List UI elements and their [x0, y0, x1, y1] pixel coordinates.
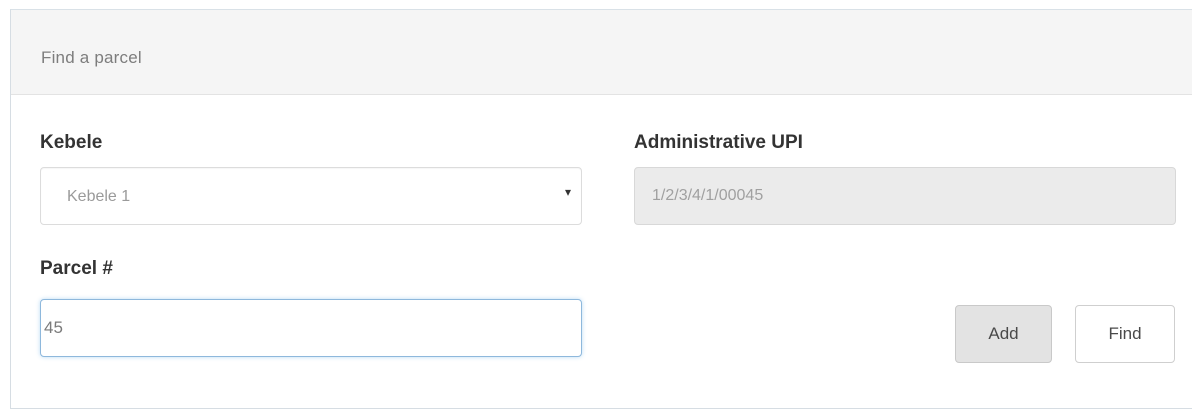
panel-title: Find a parcel [41, 48, 142, 67]
panel-heading: Find a parcel [11, 10, 1192, 95]
kebele-selected-value: Kebele 1 [67, 188, 131, 205]
kebele-label: Kebele [40, 132, 103, 153]
kebele-select[interactable]: Kebele 1 ▾ [40, 167, 582, 225]
add-button[interactable]: Add [955, 305, 1052, 363]
parcel-number-label: Parcel # [40, 258, 113, 279]
parcel-number-input[interactable] [40, 299, 582, 357]
find-button[interactable]: Find [1075, 305, 1175, 363]
chevron-down-icon: ▾ [564, 185, 571, 199]
administrative-upi-label: Administrative UPI [634, 132, 803, 153]
administrative-upi-field [634, 167, 1176, 225]
